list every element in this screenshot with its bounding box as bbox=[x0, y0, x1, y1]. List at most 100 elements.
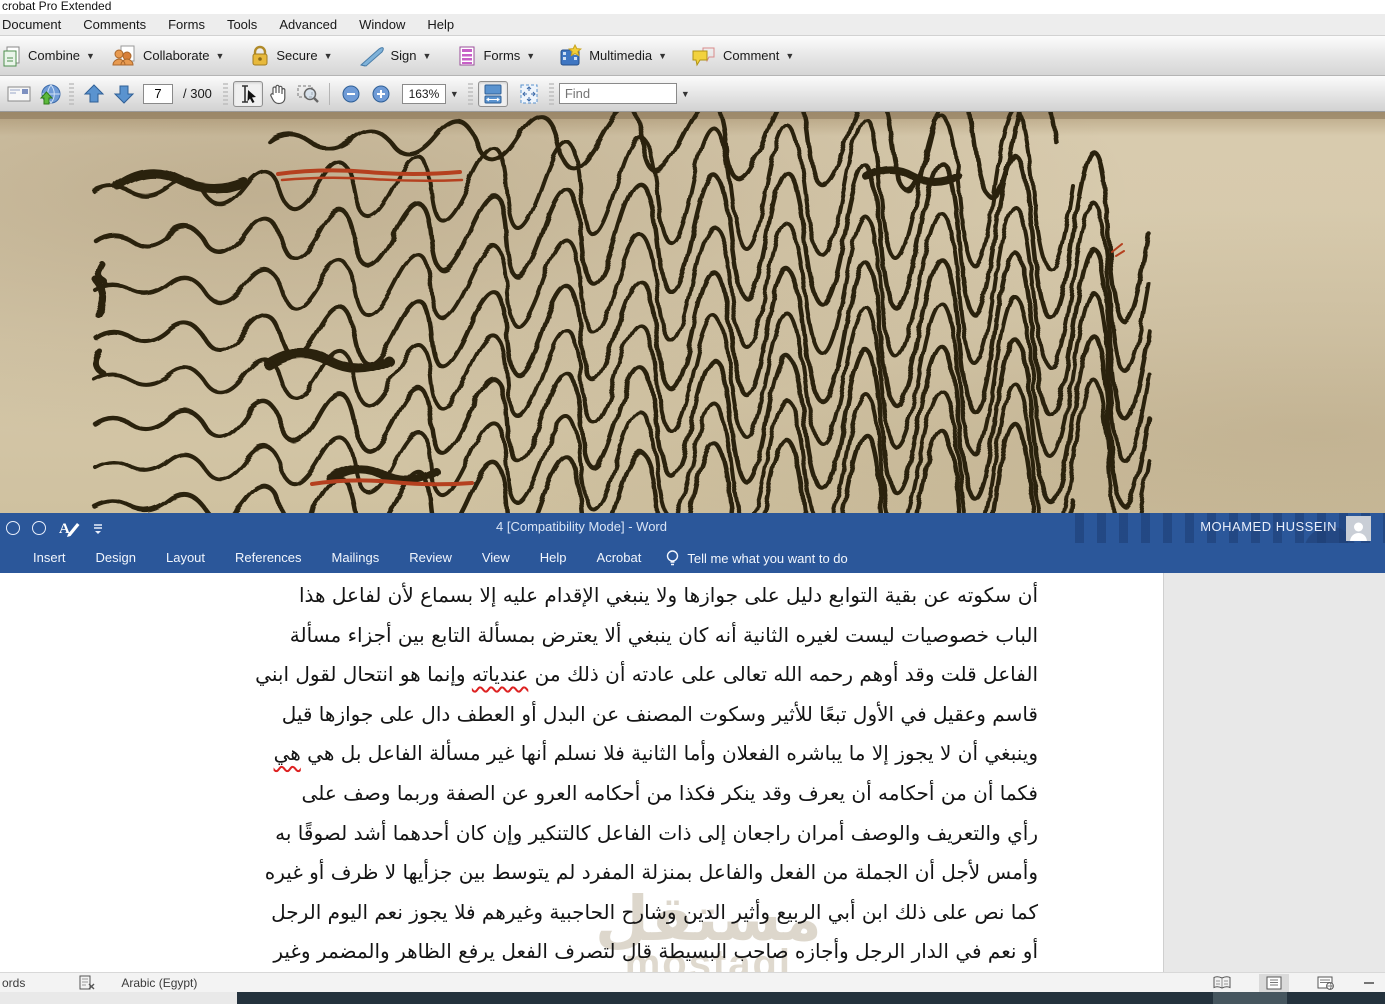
account-name[interactable]: MOHAMED HUSSEIN bbox=[1200, 513, 1337, 541]
background-gap bbox=[1163, 573, 1385, 992]
zoom-in-button[interactable] bbox=[366, 81, 396, 107]
menu-forms[interactable]: Forms bbox=[157, 17, 216, 32]
scrolling-mode-button[interactable] bbox=[478, 81, 508, 107]
envelope-icon bbox=[7, 85, 31, 103]
document-line[interactable]: الباب خصوصيات ليست لغيره الثانية أنه كان… bbox=[390, 616, 1038, 656]
pen-icon bbox=[359, 45, 385, 67]
background-window-strip-highlight bbox=[1213, 992, 1287, 1004]
page-number-input[interactable] bbox=[143, 84, 173, 104]
previous-page-button[interactable] bbox=[79, 81, 109, 107]
document-line[interactable]: كما نص على ذلك ابن أبي الربيع وأثير الدي… bbox=[390, 893, 1038, 933]
hand-tool-button[interactable] bbox=[263, 81, 293, 107]
document-line[interactable]: رأي والتعريف والوصف أمران راجعان إلى ذات… bbox=[390, 814, 1038, 854]
web-publish-button[interactable] bbox=[34, 81, 64, 107]
tab-references[interactable]: References bbox=[220, 543, 316, 573]
document-line[interactable]: فكما أن من أحكامه أن يعرف وقد ينكر فكذا … bbox=[390, 774, 1038, 814]
word-document-title: 4 [Compatibility Mode] - Word bbox=[0, 513, 1163, 541]
document-line[interactable]: قاسم وعقيل في الأول تبعًا للأثير وسكوت ا… bbox=[390, 695, 1038, 735]
find-input[interactable] bbox=[559, 83, 677, 104]
multimedia-button[interactable]: Multimedia▼ bbox=[551, 40, 675, 72]
zoom-out-status-icon[interactable] bbox=[1363, 977, 1375, 989]
proofing-status-icon[interactable] bbox=[79, 975, 95, 990]
menu-document[interactable]: Document bbox=[0, 17, 72, 32]
secure-button[interactable]: Secure▼ bbox=[242, 41, 340, 71]
document-text[interactable]: أن سكوته عن بقية التوابع دليل على جوازها… bbox=[390, 576, 1038, 972]
find-dropdown-caret[interactable]: ▼ bbox=[677, 89, 694, 99]
arrow-down-icon bbox=[113, 83, 135, 105]
acrobat-main-toolbar: Combine▼ Collaborate▼ Secure▼ Sign▼ Form… bbox=[0, 36, 1385, 76]
plus-circle-icon bbox=[372, 85, 390, 103]
arrow-up-icon bbox=[83, 83, 105, 105]
collaborate-icon bbox=[111, 45, 137, 67]
zoom-out-button[interactable] bbox=[336, 81, 366, 107]
word-document-area[interactable]: مستقل mostaql أن سكوته عن بقية التوابع د… bbox=[0, 573, 1163, 972]
web-layout-button[interactable] bbox=[1311, 974, 1341, 992]
document-line[interactable]: أن سكوته عن بقية التوابع دليل على جوازها… bbox=[390, 576, 1038, 616]
print-layout-button[interactable] bbox=[1259, 974, 1289, 992]
marquee-zoom-icon bbox=[296, 83, 320, 105]
tab-review[interactable]: Review bbox=[394, 543, 467, 573]
fit-page-button[interactable] bbox=[514, 81, 544, 107]
tell-me-box[interactable]: Tell me what you want to do bbox=[656, 549, 847, 567]
sign-button[interactable]: Sign▼ bbox=[351, 41, 440, 71]
document-line[interactable]: وأمس لأجل أن الجملة من الفعل والفاعل بمن… bbox=[390, 853, 1038, 893]
document-line[interactable]: الفاعل قلت وقد أوهم رحمه الله تعالى على … bbox=[390, 655, 1038, 695]
email-button[interactable] bbox=[4, 81, 34, 107]
zoom-dropdown-caret[interactable]: ▼ bbox=[446, 89, 463, 99]
lock-icon bbox=[250, 45, 270, 67]
minus-circle-icon bbox=[342, 85, 360, 103]
person-icon bbox=[1348, 520, 1369, 541]
next-page-button[interactable] bbox=[109, 81, 139, 107]
menu-tools[interactable]: Tools bbox=[216, 17, 268, 32]
tab-help[interactable]: Help bbox=[525, 543, 582, 573]
view-shortcuts bbox=[1207, 973, 1375, 993]
web-layout-icon bbox=[1317, 976, 1335, 990]
lightbulb-icon bbox=[666, 549, 679, 567]
combine-button[interactable]: Combine▼ bbox=[0, 41, 103, 71]
hand-tool-icon bbox=[267, 83, 289, 105]
globe-up-arrow-icon bbox=[37, 82, 61, 106]
speech-bubble-icon bbox=[691, 45, 717, 67]
tab-view[interactable]: View bbox=[467, 543, 525, 573]
menu-window[interactable]: Window bbox=[348, 17, 416, 32]
tab-mailings[interactable]: Mailings bbox=[317, 543, 395, 573]
film-icon bbox=[559, 44, 583, 68]
document-line[interactable]: أو نعم في الدار الرجل وأجازه صاحب البسيط… bbox=[390, 932, 1038, 972]
word-titlebar: A 4 [Compatibility Mode] - Word MOHAMED … bbox=[0, 513, 1385, 543]
word-count-partial[interactable]: ords bbox=[2, 976, 25, 990]
misspelled-word: عندياته bbox=[472, 662, 528, 686]
acrobat-window-title: crobat Pro Extended bbox=[0, 0, 1385, 14]
page-total-label: / 300 bbox=[183, 86, 212, 101]
acrobat-nav-toolbar: / 300 163% ▼ ▼ bbox=[0, 76, 1385, 112]
tab-insert[interactable]: Insert bbox=[18, 543, 81, 573]
language-status[interactable]: Arabic (Egypt) bbox=[121, 976, 197, 990]
toolbar-separator bbox=[329, 83, 330, 105]
combine-icon bbox=[2, 45, 22, 67]
forms-button[interactable]: Forms▼ bbox=[449, 41, 543, 71]
tab-acrobat[interactable]: Acrobat bbox=[582, 543, 657, 573]
select-tool-button[interactable] bbox=[233, 81, 263, 107]
screen: crobat Pro Extended Document Comments Fo… bbox=[0, 0, 1385, 1004]
document-line[interactable]: وينبغي أن لا يجوز إلا ما يباشره الفعلان … bbox=[390, 734, 1038, 774]
word-ribbon-tabs: Insert Design Layout References Mailings… bbox=[0, 543, 1385, 573]
menu-help[interactable]: Help bbox=[416, 17, 465, 32]
manuscript-scan-image bbox=[0, 112, 1385, 513]
print-layout-icon bbox=[1266, 976, 1282, 990]
form-icon bbox=[457, 45, 477, 67]
menu-advanced[interactable]: Advanced bbox=[268, 17, 348, 32]
avatar[interactable] bbox=[1346, 516, 1371, 541]
marquee-zoom-button[interactable] bbox=[293, 81, 323, 107]
comment-button[interactable]: Comment▼ bbox=[683, 41, 802, 71]
scrolling-mode-icon bbox=[482, 83, 504, 105]
menu-comments[interactable]: Comments bbox=[72, 17, 157, 32]
collaborate-button[interactable]: Collaborate▼ bbox=[103, 41, 232, 71]
manuscript-calligraphy bbox=[0, 112, 1385, 513]
read-mode-button[interactable] bbox=[1207, 974, 1237, 992]
toolbar-separator bbox=[468, 83, 473, 105]
fit-page-icon bbox=[518, 83, 540, 105]
toolbar-separator bbox=[549, 83, 554, 105]
tab-design[interactable]: Design bbox=[81, 543, 151, 573]
tab-layout[interactable]: Layout bbox=[151, 543, 220, 573]
toolbar-separator bbox=[223, 83, 228, 105]
zoom-level-value[interactable]: 163% bbox=[402, 84, 446, 104]
